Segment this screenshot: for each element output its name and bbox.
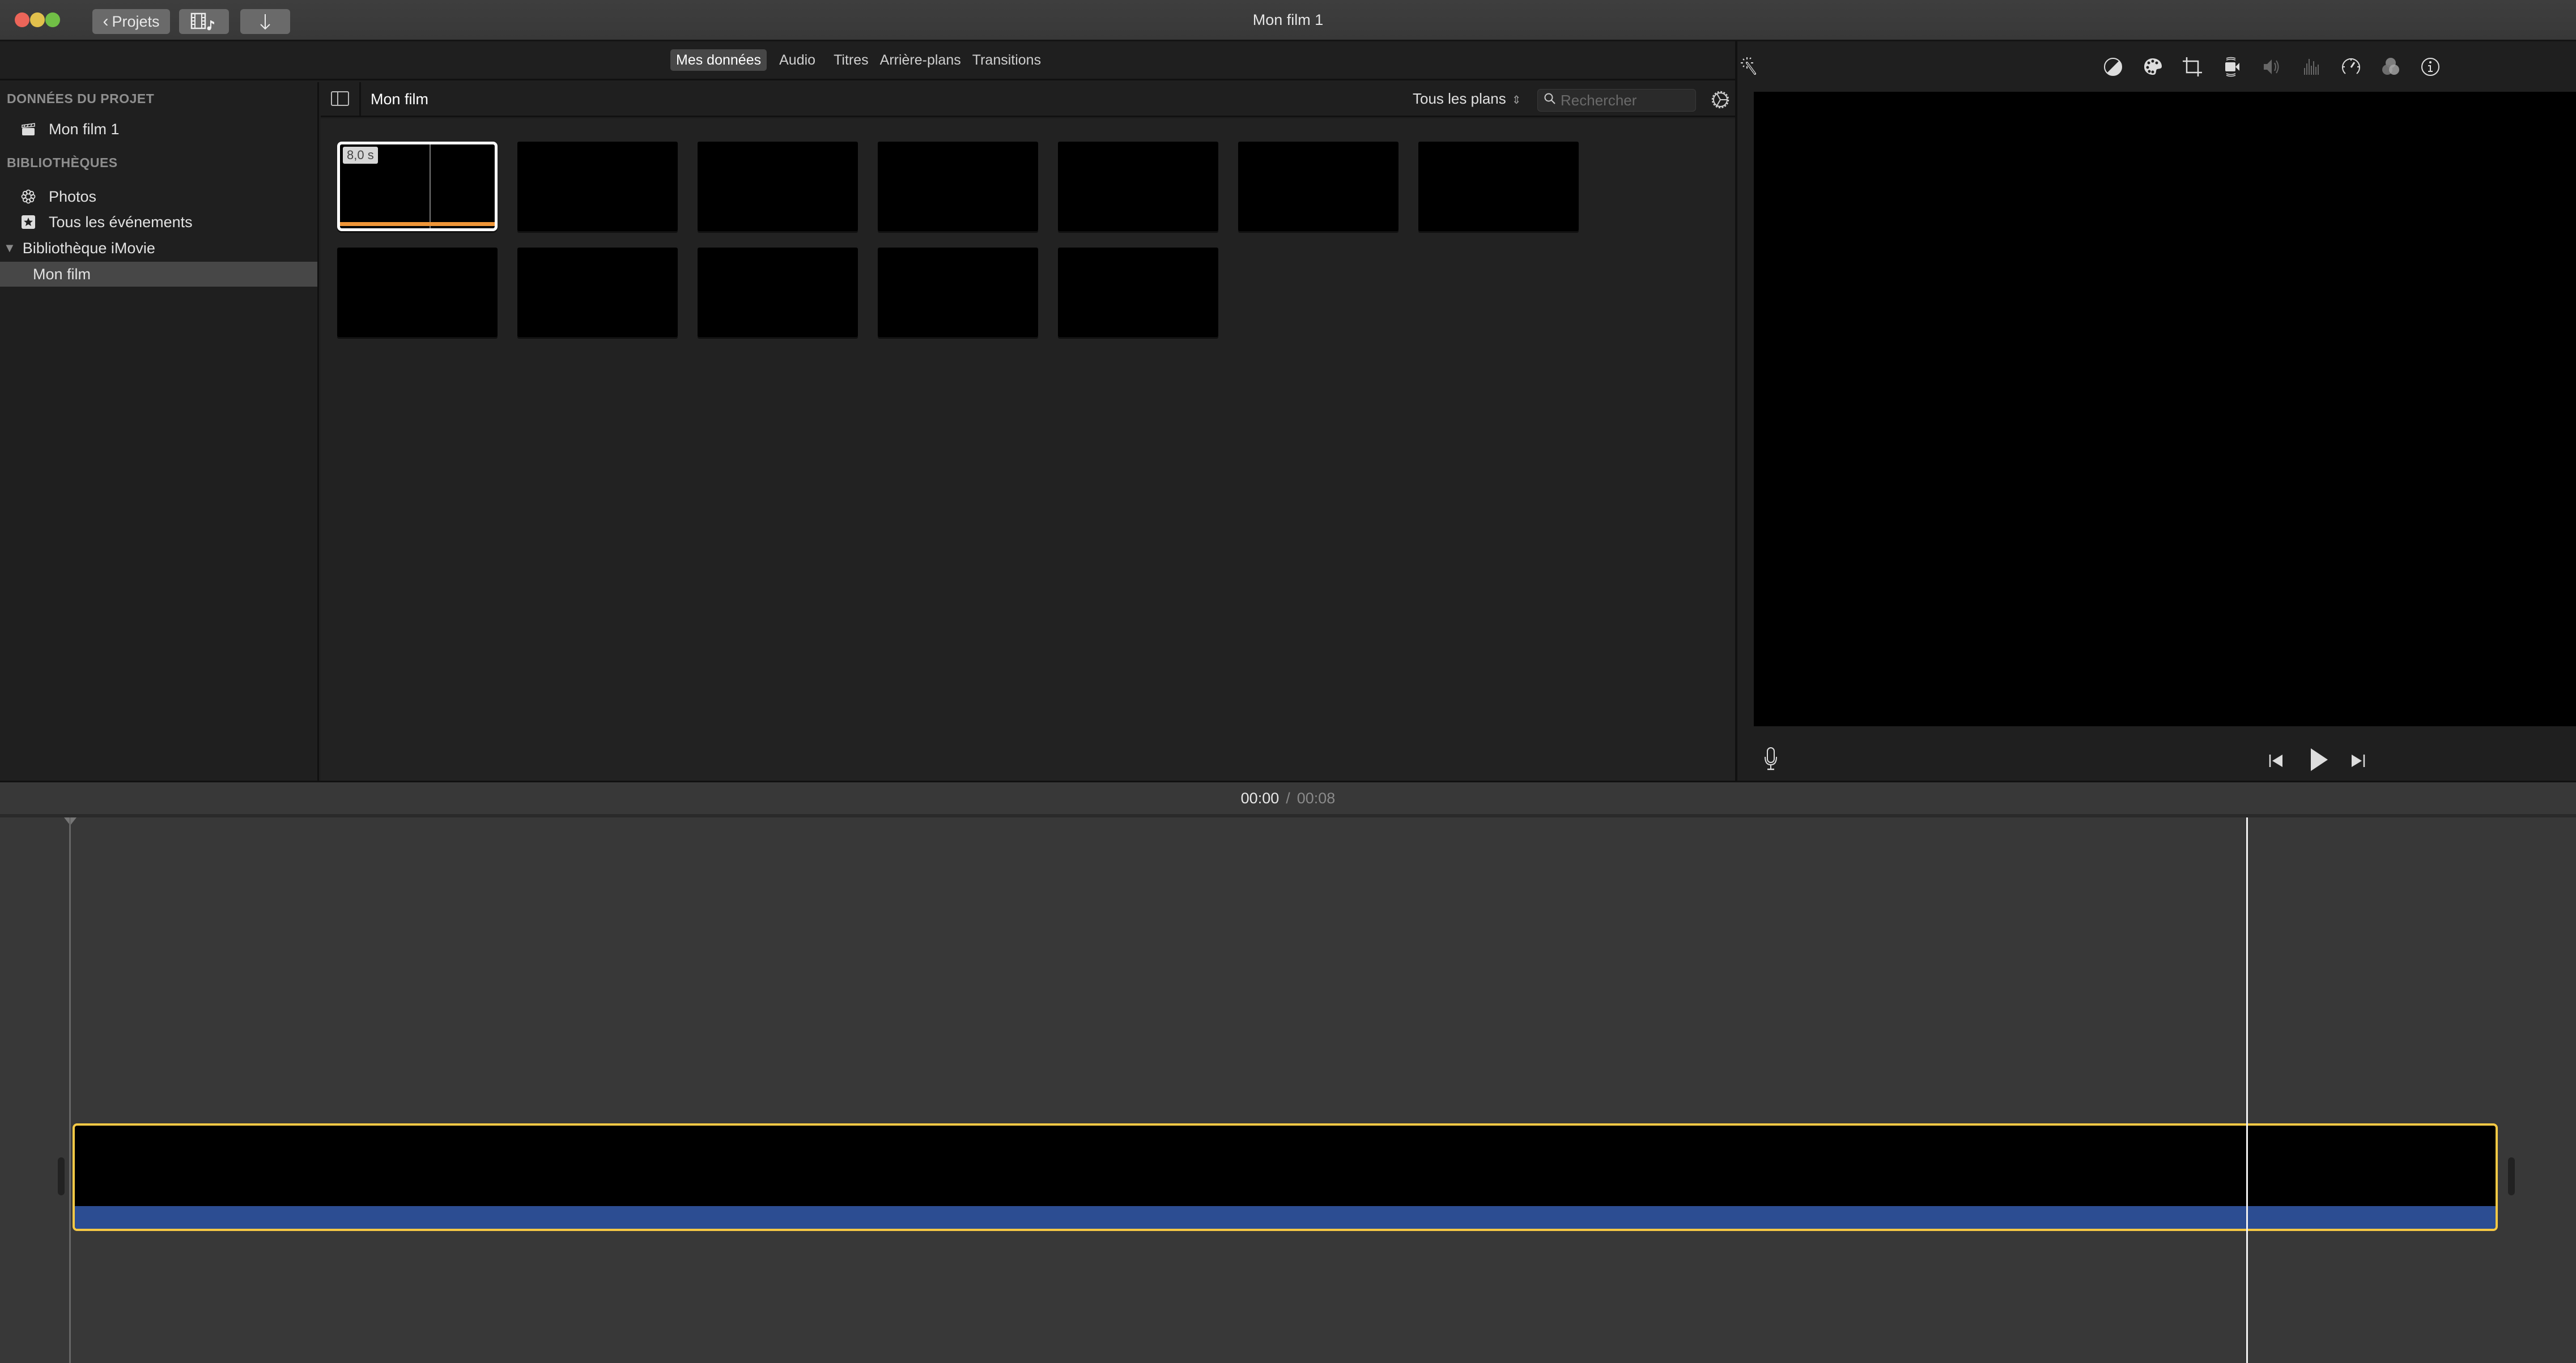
sidebar-item-all-events[interactable]: Tous les événements <box>0 210 317 235</box>
sidebar-item-label: Mon film 1 <box>49 120 120 138</box>
star-icon <box>20 214 36 230</box>
gear-icon[interactable] <box>1708 88 1732 112</box>
sidebar-item-label: Photos <box>49 188 97 205</box>
project-data-header: DONNÉES DU PROJET <box>7 91 155 106</box>
libraries-sidebar: DONNÉES DU PROJET Mon film 1 BIBLIOTHÈQU… <box>0 82 319 781</box>
clip-filter-icon[interactable] <box>2378 54 2404 80</box>
skimmer-line <box>430 144 431 228</box>
sidebar-item-photos[interactable]: Photos <box>0 184 317 209</box>
timeline-scroll-handle-right[interactable] <box>2508 1157 2515 1195</box>
audio-track[interactable] <box>75 1206 2496 1229</box>
skip-back-icon[interactable] <box>2268 752 2285 769</box>
tab-audio[interactable]: Audio <box>773 49 821 71</box>
tab-transitions[interactable]: Transitions <box>967 49 1047 71</box>
viewer-controls <box>1737 726 2576 781</box>
clip-thumbnail[interactable] <box>337 248 498 337</box>
sidebar-item-project[interactable]: Mon film 1 <box>0 117 317 142</box>
sidebar-item-imovie-library[interactable]: ▼ Bibliothèque iMovie <box>0 236 317 261</box>
color-balance-icon[interactable] <box>2100 54 2126 80</box>
skimmer-line <box>69 817 71 1363</box>
filter-value: Tous les plans <box>1413 90 1506 107</box>
pane-divider[interactable] <box>1735 41 1737 781</box>
clip-thumbnail[interactable] <box>1058 142 1218 231</box>
microphone-icon[interactable] <box>1762 747 1779 772</box>
clip-thumbnail[interactable] <box>878 248 1038 337</box>
tab-titres[interactable]: Titres <box>828 49 874 71</box>
sidebar-item-label: Mon film <box>33 265 91 283</box>
noise-reduction-icon[interactable] <box>2298 54 2324 80</box>
disclosure-triangle-icon[interactable]: ▼ <box>3 241 16 255</box>
total-time: 00:08 <box>1296 790 1336 807</box>
clip-thumbnail[interactable] <box>698 142 858 231</box>
clip-thumbnail[interactable] <box>698 248 858 337</box>
info-icon[interactable] <box>2417 54 2443 80</box>
title-bar: ‹ Projets Mon film 1 <box>0 0 2576 41</box>
clip-filter-select[interactable]: Tous les plans ⇕ <box>1413 90 1521 108</box>
used-in-project-bar <box>340 222 495 226</box>
libraries-header: BIBLIOTHÈQUES <box>7 155 118 170</box>
timecode-bar: 00:00 / 00:08 <box>0 781 2576 816</box>
sidebar-item-event-mon-film[interactable]: Mon film <box>0 262 317 287</box>
photos-flower-icon <box>20 189 36 205</box>
clip-thumbnail[interactable] <box>1418 142 1579 231</box>
timeline-scroll-handle-left[interactable] <box>58 1157 65 1195</box>
speed-icon[interactable] <box>2338 54 2364 80</box>
volume-icon[interactable] <box>2259 54 2285 80</box>
search-icon <box>1544 92 1561 108</box>
viewer-screen <box>1754 92 2576 726</box>
window-title: Mon film 1 <box>1252 11 1324 28</box>
top-region: Mes données Audio Titres Arrière-plans T… <box>0 41 2576 781</box>
tab-mes-donnees[interactable]: Mes données <box>670 49 767 71</box>
clip-thumbnail[interactable] <box>1238 142 1398 231</box>
browser-header: Mon film Tous les plans ⇕ <box>321 82 1735 117</box>
sidebar-toggle-icon[interactable] <box>331 91 349 106</box>
divider <box>359 82 361 116</box>
current-time: 00:00 <box>1240 790 1280 807</box>
magic-wand-icon[interactable] <box>1737 54 1763 80</box>
clapperboard-icon <box>20 121 36 137</box>
sidebar-item-label: Tous les événements <box>49 213 193 231</box>
search-field[interactable] <box>1537 89 1696 112</box>
crop-icon[interactable] <box>2179 54 2205 80</box>
clip-thumbnail[interactable] <box>1058 248 1218 337</box>
clip-thumbnail[interactable]: 8,0 s <box>337 142 498 231</box>
search-input[interactable] <box>1561 91 1685 109</box>
sidebar-item-label: Bibliothèque iMovie <box>22 239 155 257</box>
stabilization-icon[interactable] <box>2219 54 2245 80</box>
clip-thumbnail[interactable] <box>517 248 678 337</box>
browser-title: Mon film <box>371 91 429 108</box>
timeline[interactable] <box>0 817 2576 1363</box>
play-icon[interactable] <box>2307 747 2330 773</box>
clip-duration: 8,0 s <box>343 147 378 164</box>
timeline-clip[interactable] <box>73 1123 2498 1231</box>
time-separator: / <box>1286 790 1290 807</box>
media-tabs-bar: Mes données Audio Titres Arrière-plans T… <box>0 41 1735 80</box>
playhead[interactable] <box>2246 817 2248 1363</box>
clip-browser: 8,0 s <box>321 119 1735 781</box>
tab-arriere-plans[interactable]: Arrière-plans <box>874 49 967 71</box>
clip-thumbnail[interactable] <box>878 142 1038 231</box>
viewer-toolbar <box>1737 41 2576 92</box>
clip-thumbnail[interactable] <box>517 142 678 231</box>
skip-forward-icon[interactable] <box>2349 752 2366 769</box>
updown-chevron-icon: ⇕ <box>1511 94 1521 107</box>
color-correction-icon[interactable] <box>2140 54 2166 80</box>
